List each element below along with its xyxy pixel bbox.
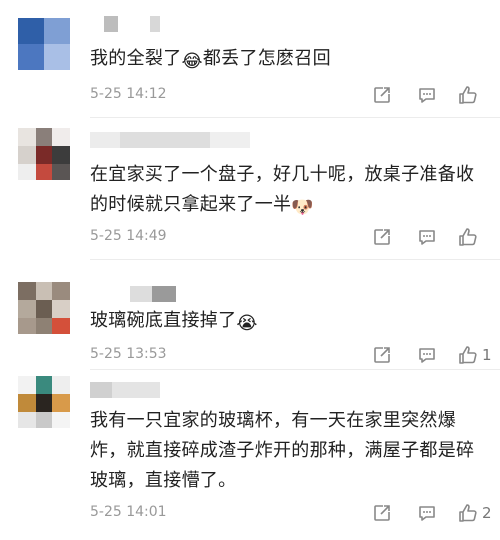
timestamp: 5-25 14:01 (90, 504, 167, 520)
reply-button[interactable] (417, 502, 437, 524)
share-icon (374, 229, 390, 245)
timestamp: 5-25 14:12 (90, 86, 167, 102)
avatar[interactable] (18, 282, 70, 334)
comment-text: 在宜家买了一个盘子，好几十呢，放桌子准备收的时候就只拿起来了一半🐶 (90, 160, 485, 223)
timestamp: 5-25 14:49 (90, 228, 167, 244)
reply-button[interactable] (417, 84, 437, 106)
comment-item: 玻璃碗底直接掉了😭 5-25 13:53 1 (0, 260, 500, 370)
comment-text: 我的全裂了😂都丢了怎麽召回 (90, 44, 485, 77)
crying-face-emoji-icon: 😭 (236, 313, 258, 334)
avatar[interactable] (18, 128, 70, 180)
reply-button[interactable] (417, 344, 437, 366)
comment-body: 在宜家买了一个盘子，好几十呢，放桌子准备收的时候就只拿起来了一半 (90, 164, 475, 215)
comment-item: 我的全裂了😂都丢了怎麽召回 5-25 14:12 (0, 0, 500, 118)
reply-icon (419, 348, 435, 363)
like-button[interactable]: 2 (457, 502, 492, 524)
share-icon (374, 347, 390, 363)
comment-meta: 5-25 14:49 (90, 226, 485, 250)
share-button[interactable] (372, 344, 392, 366)
reply-icon (419, 506, 435, 521)
comment-body-tail: 都丢了怎麽召回 (202, 48, 331, 69)
comment-body: 我有一只宜家的玻璃杯，有一天在家里突然爆炸，就直接碎成渣子炸开的那种，满屋子都是… (90, 410, 475, 491)
avatar[interactable] (18, 376, 70, 428)
thumbs-up-icon (459, 346, 477, 364)
comment-item: 在宜家买了一个盘子，好几十呢，放桌子准备收的时候就只拿起来了一半🐶 5-25 1… (0, 118, 500, 260)
like-button[interactable] (457, 84, 482, 106)
thumbs-up-icon (459, 228, 477, 246)
comment-text: 玻璃碗底直接掉了😭 (90, 306, 485, 339)
like-button[interactable] (457, 226, 482, 248)
share-button[interactable] (372, 502, 392, 524)
avatar[interactable] (18, 18, 70, 70)
reply-icon (419, 230, 435, 245)
share-button[interactable] (372, 226, 392, 248)
comment-meta: 5-25 14:12 (90, 84, 485, 108)
reply-icon (419, 88, 435, 103)
comment-text: 我有一只宜家的玻璃杯，有一天在家里突然爆炸，就直接碎成渣子炸开的那种，满屋子都是… (90, 406, 485, 496)
like-count: 1 (482, 346, 492, 364)
thumbs-up-icon (459, 504, 477, 522)
like-button[interactable]: 1 (457, 344, 492, 366)
comment-meta: 5-25 13:53 1 (90, 344, 492, 368)
comment-list: 我的全裂了😂都丢了怎麽召回 5-25 14:12 在宜家买了一个盘子，好几十呢，… (0, 0, 500, 540)
comment-body: 我的全裂了 (90, 48, 182, 69)
comment-body: 玻璃碗底直接掉了 (90, 310, 237, 331)
share-icon (374, 505, 390, 521)
share-button[interactable] (372, 84, 392, 106)
thumbs-up-icon (459, 86, 477, 104)
reply-button[interactable] (417, 226, 437, 248)
comment-item: 我有一只宜家的玻璃杯，有一天在家里突然爆炸，就直接碎成渣子炸开的那种，满屋子都是… (0, 370, 500, 540)
dog-face-emoji-icon: 🐶 (291, 197, 315, 218)
laugh-cry-emoji-icon: 😂 (181, 51, 203, 72)
share-icon (374, 87, 390, 103)
like-count: 2 (482, 504, 492, 522)
timestamp: 5-25 13:53 (90, 346, 167, 362)
comment-meta: 5-25 14:01 2 (90, 502, 492, 526)
